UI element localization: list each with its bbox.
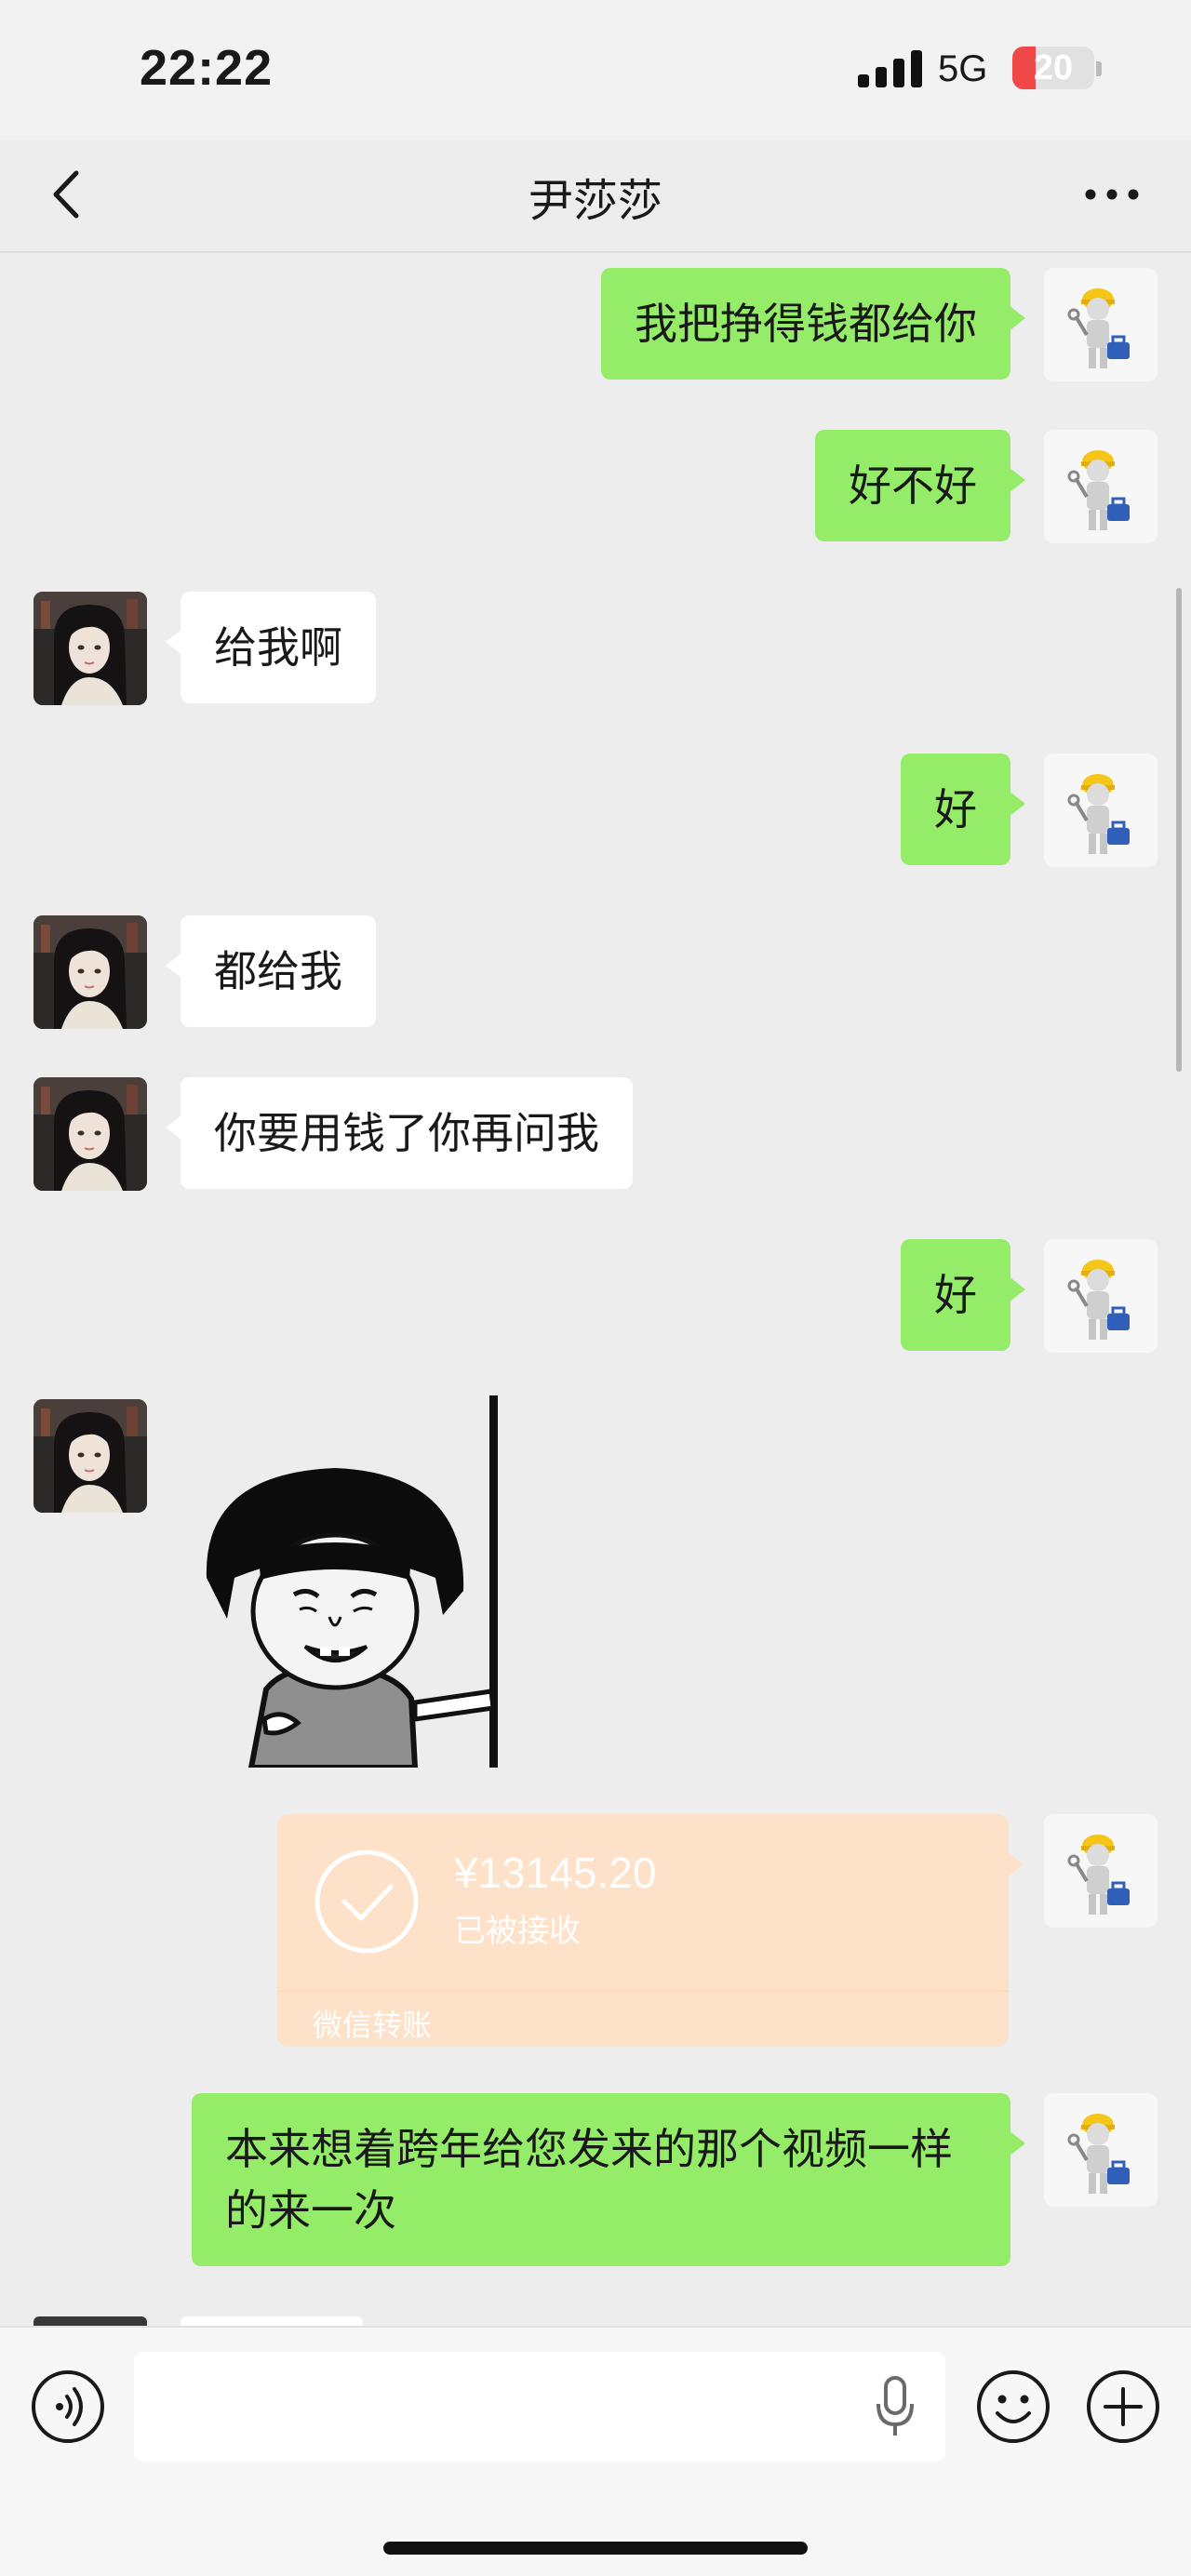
- divider: [277, 1991, 1009, 1992]
- contact-avatar[interactable]: [33, 915, 147, 1029]
- my-avatar[interactable]: [1044, 1239, 1158, 1353]
- transfer-status: 已被接收: [454, 1913, 581, 1950]
- transfer-amount: ¥13145.20: [454, 1849, 657, 1897]
- plus-button[interactable]: [1083, 2367, 1163, 2447]
- sent-message[interactable]: 好不好: [815, 430, 1025, 541]
- voice-icon: [32, 2370, 104, 2443]
- battery-icon: 20: [1012, 47, 1094, 89]
- home-indicator[interactable]: [383, 2542, 808, 2555]
- emoji-icon: [977, 2370, 1050, 2443]
- message-list[interactable]: 我把挣得钱都给你 好不好 给我啊 好 都给我 你要用钱了你再问我 好 ¥1314…: [0, 253, 1191, 2326]
- sent-message[interactable]: 好: [901, 754, 1025, 865]
- chat-header: 尹莎莎: [0, 140, 1191, 253]
- received-message[interactable]: 都给我: [166, 915, 376, 1027]
- contact-avatar[interactable]: [33, 1077, 147, 1191]
- check-circle-icon: [314, 1849, 419, 1954]
- contact-avatar[interactable]: [33, 592, 147, 705]
- sent-message[interactable]: 好: [901, 1239, 1025, 1351]
- network-type: 5G: [938, 48, 988, 89]
- signal-icon: [858, 47, 923, 87]
- meme-sticker[interactable]: [195, 1395, 512, 1768]
- message-input[interactable]: [134, 2352, 945, 2462]
- more-button[interactable]: [1070, 162, 1154, 227]
- emoji-button[interactable]: [973, 2367, 1053, 2447]
- received-message[interactable]: 你要用钱了你再问我: [166, 1077, 633, 1189]
- status-time: 22:22: [140, 40, 274, 96]
- my-avatar[interactable]: [1044, 2093, 1158, 2207]
- sent-message[interactable]: 我把挣得钱都给你: [601, 268, 1025, 380]
- status-bar: 22:22 5G 20: [0, 0, 1191, 140]
- received-message[interactable]: 给我啊: [166, 592, 376, 703]
- battery-tip: [1096, 61, 1102, 76]
- battery-level: 20: [1033, 48, 1074, 87]
- sent-message[interactable]: 本来想着跨年给您发来的那个视频一样的来一次: [192, 2093, 1025, 2266]
- voice-button[interactable]: [28, 2367, 108, 2447]
- more-dots-icon: [1085, 189, 1139, 200]
- transfer-label: 微信转账: [313, 2008, 433, 2043]
- wechat-transfer-card[interactable]: ¥13145.20 已被接收 微信转账: [277, 1814, 1024, 2047]
- my-avatar[interactable]: [1044, 754, 1158, 867]
- my-avatar[interactable]: [1044, 1814, 1158, 1928]
- microphone-icon[interactable]: [875, 2374, 916, 2439]
- input-bar: [0, 2326, 1191, 2576]
- chat-title: 尹莎莎: [528, 175, 662, 227]
- contact-avatar[interactable]: [33, 1399, 147, 1513]
- plus-icon: [1087, 2370, 1159, 2443]
- scrollbar[interactable]: [1176, 588, 1182, 1072]
- my-avatar[interactable]: [1044, 268, 1158, 381]
- my-avatar[interactable]: [1044, 430, 1158, 543]
